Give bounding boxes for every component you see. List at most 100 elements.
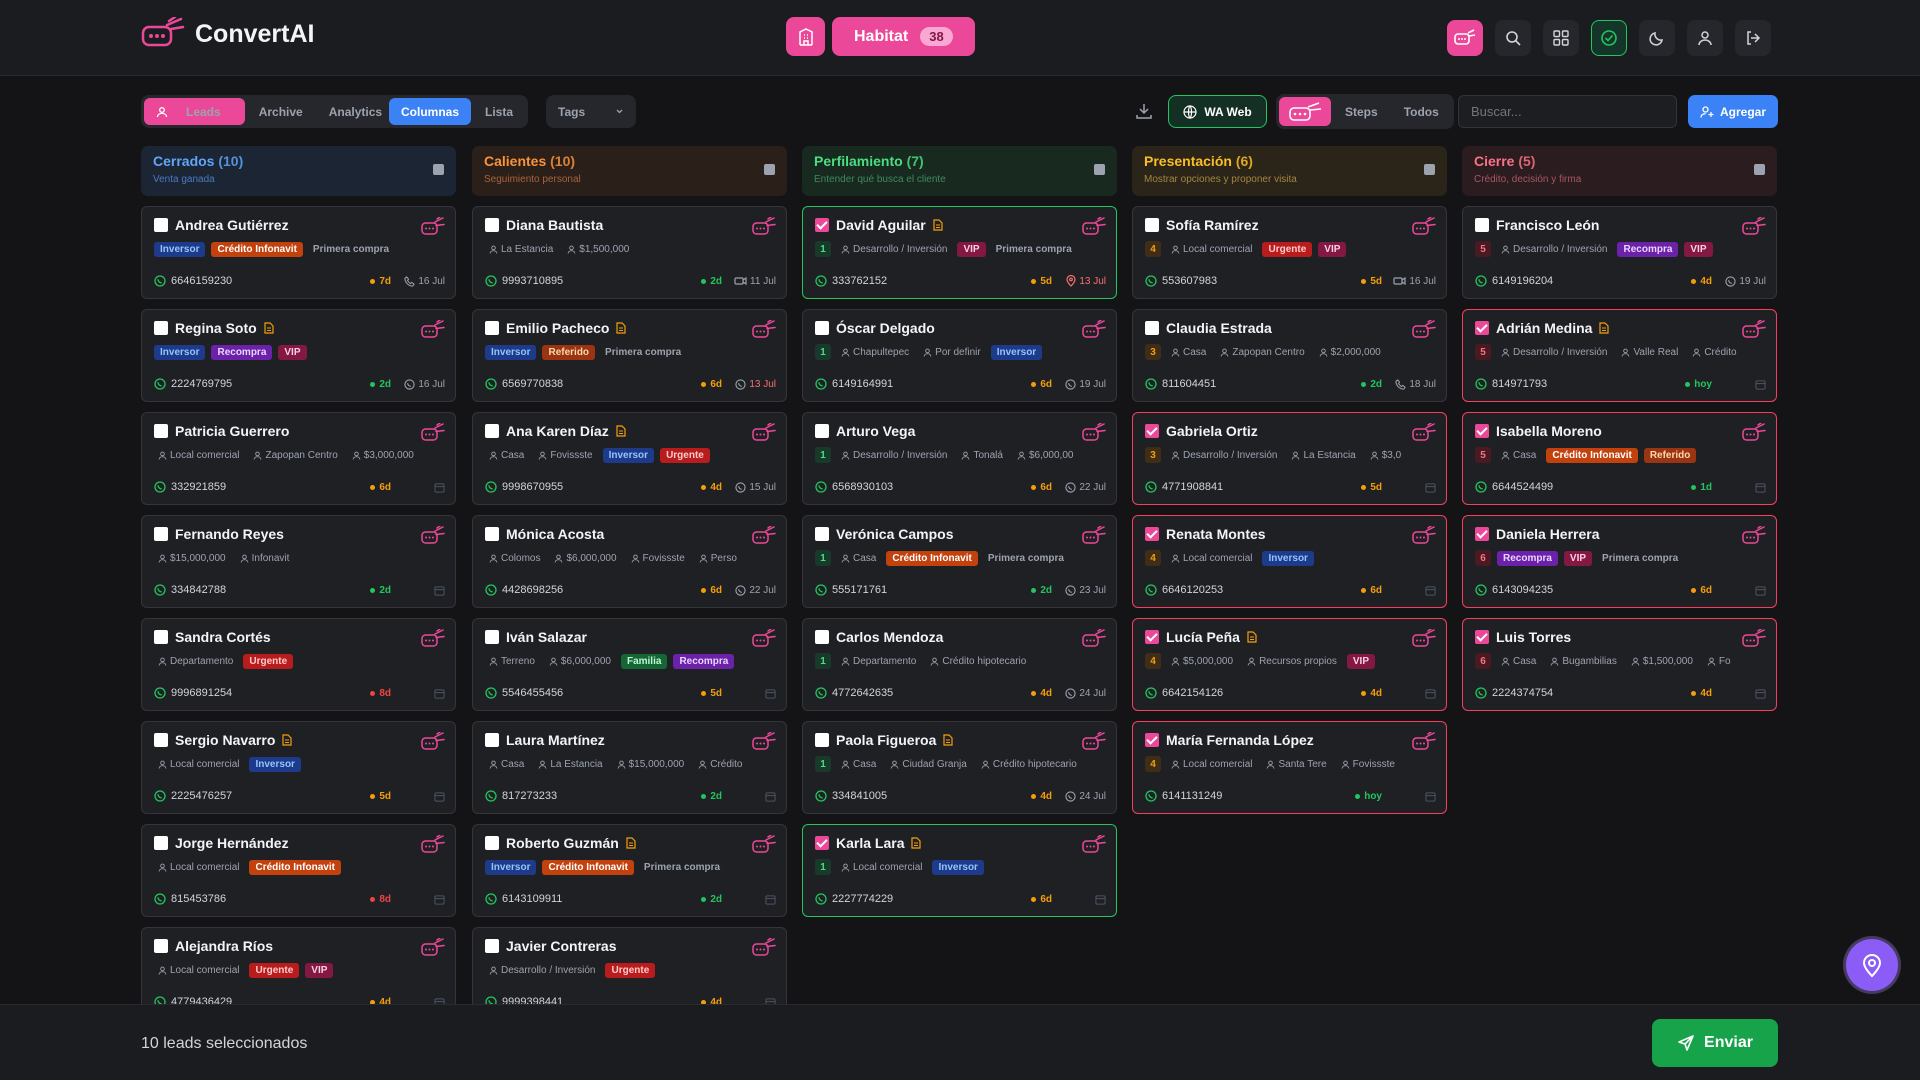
tab-steps[interactable]: Steps <box>1333 97 1390 126</box>
lead-checkbox[interactable] <box>485 218 499 232</box>
lead-card[interactable]: Diana Bautista La Estancia $1,500,000 99937… <box>472 206 787 299</box>
lead-card[interactable]: Gabriela Ortiz 3 Desarrollo / Inversión La … <box>1132 412 1447 505</box>
lead-checkbox[interactable] <box>154 836 168 850</box>
lead-next-contact[interactable]: 22 Jul <box>1062 482 1106 493</box>
lead-next-contact[interactable] <box>1722 379 1766 390</box>
lead-next-contact[interactable] <box>732 791 776 802</box>
lead-next-contact[interactable] <box>732 894 776 905</box>
tab-todos[interactable]: Todos <box>1392 97 1451 126</box>
theme-toggle-button[interactable] <box>1639 20 1675 56</box>
lead-checkbox[interactable] <box>154 424 168 438</box>
tab-list[interactable]: Lista <box>473 98 525 125</box>
lead-next-contact[interactable] <box>732 688 776 699</box>
ai-icon[interactable] <box>421 732 445 752</box>
lead-card[interactable]: Sandra Cortés Departamento Urgente 99968912… <box>141 618 456 711</box>
lead-checkbox[interactable] <box>815 321 829 335</box>
lead-checkbox[interactable] <box>1145 733 1159 747</box>
ai-icon[interactable] <box>1742 217 1766 237</box>
lead-card[interactable]: Carlos Mendoza 1 Departamento Crédito hipot… <box>802 618 1117 711</box>
lead-checkbox[interactable] <box>1475 630 1489 644</box>
building-button[interactable] <box>786 17 825 56</box>
lead-card[interactable]: Arturo Vega 1 Desarrollo / Inversión Tonalá… <box>802 412 1117 505</box>
ai-icon[interactable] <box>752 526 776 546</box>
add-lead-button[interactable]: Agregar <box>1688 95 1778 128</box>
ai-icon[interactable] <box>421 629 445 649</box>
tab-columns[interactable]: Columnas <box>389 98 472 125</box>
lead-card[interactable]: Isabella Moreno 5 Casa Crédito Infonavit Ref… <box>1462 412 1777 505</box>
lead-next-contact[interactable] <box>401 894 445 905</box>
search-input[interactable] <box>1458 95 1677 128</box>
send-button[interactable]: Enviar <box>1652 1019 1778 1067</box>
ai-icon[interactable] <box>1082 526 1106 546</box>
tab-leads[interactable]: Leads <box>144 98 245 125</box>
lead-checkbox[interactable] <box>815 218 829 232</box>
lead-card[interactable]: Sofía Ramírez 4 Local comercial Urgente VIP 5… <box>1132 206 1447 299</box>
ai-icon[interactable] <box>1082 423 1106 443</box>
lead-next-contact[interactable]: 16 Jul <box>401 379 445 390</box>
ai-icon[interactable] <box>421 526 445 546</box>
lead-next-contact[interactable]: 24 Jul <box>1062 791 1106 802</box>
ai-icon[interactable] <box>1082 217 1106 237</box>
lead-card[interactable]: Iván Salazar Terreno $6,000,000 Familia Reco… <box>472 618 787 711</box>
lead-card[interactable]: Sergio Navarro Local comercial Inversor 222… <box>141 721 456 814</box>
lead-card[interactable]: Fernando Reyes $15,000,000 Infonavit 334842… <box>141 515 456 608</box>
ai-icon[interactable] <box>752 423 776 443</box>
lead-card[interactable]: Roberto Guzmán Inversor Crédito Infonavit P… <box>472 824 787 917</box>
lead-checkbox[interactable] <box>485 321 499 335</box>
lead-checkbox[interactable] <box>154 733 168 747</box>
ai-icon[interactable] <box>752 217 776 237</box>
ai-icon[interactable] <box>1742 423 1766 443</box>
ai-icon[interactable] <box>752 629 776 649</box>
lead-next-contact[interactable]: 15 Jul <box>732 482 776 493</box>
lead-checkbox[interactable] <box>154 630 168 644</box>
lead-next-contact[interactable] <box>401 791 445 802</box>
logout-button[interactable] <box>1735 20 1771 56</box>
ai-icon[interactable] <box>1412 629 1436 649</box>
lead-next-contact[interactable]: 23 Jul <box>1062 585 1106 596</box>
lead-next-contact[interactable]: 22 Jul <box>732 585 776 596</box>
lead-next-contact[interactable] <box>1392 791 1436 802</box>
lead-next-contact[interactable] <box>1722 482 1766 493</box>
lead-card[interactable]: Ana Karen Díaz Casa Fovissste Inversor Urgen… <box>472 412 787 505</box>
lead-checkbox[interactable] <box>154 939 168 953</box>
lead-checkbox[interactable] <box>815 527 829 541</box>
lead-checkbox[interactable] <box>1475 424 1489 438</box>
ai-icon[interactable] <box>1412 320 1436 340</box>
lead-next-contact[interactable] <box>1722 585 1766 596</box>
wa-web-button[interactable]: WA Web <box>1168 95 1267 128</box>
column-select-checkbox[interactable] <box>1424 164 1435 175</box>
tab-ai[interactable] <box>1279 97 1331 126</box>
location-fab-button[interactable] <box>1846 939 1898 991</box>
lead-next-contact[interactable] <box>1392 585 1436 596</box>
ai-icon[interactable] <box>752 320 776 340</box>
lead-card[interactable]: David Aguilar 1 Desarrollo / Inversión VIP P… <box>802 206 1117 299</box>
lead-card[interactable]: Patricia Guerrero Local comercial Zapopan … <box>141 412 456 505</box>
lead-card[interactable]: Laura Martínez Casa La Estancia $15,000,000… <box>472 721 787 814</box>
ai-icon[interactable] <box>1082 835 1106 855</box>
lead-checkbox[interactable] <box>1145 218 1159 232</box>
ai-icon[interactable] <box>421 320 445 340</box>
ai-icon[interactable] <box>421 835 445 855</box>
ai-icon[interactable] <box>1742 629 1766 649</box>
lead-next-contact[interactable] <box>401 688 445 699</box>
ai-icon[interactable] <box>1412 526 1436 546</box>
lead-checkbox[interactable] <box>815 630 829 644</box>
lead-next-contact[interactable]: 19 Jul <box>1722 276 1766 287</box>
ai-icon[interactable] <box>1412 423 1436 443</box>
lead-checkbox[interactable] <box>485 630 499 644</box>
lead-checkbox[interactable] <box>815 836 829 850</box>
tab-analytics[interactable]: Analytics <box>317 98 394 125</box>
ai-icon[interactable] <box>1082 320 1106 340</box>
lead-card[interactable]: Lucía Peña 4 $5,000,000 Recursos propios VIP… <box>1132 618 1447 711</box>
lead-next-contact[interactable] <box>1722 688 1766 699</box>
lead-next-contact[interactable]: 13 Jul <box>1062 275 1106 287</box>
column-select-checkbox[interactable] <box>1094 164 1105 175</box>
profile-button[interactable] <box>1687 20 1723 56</box>
lead-checkbox[interactable] <box>1145 321 1159 335</box>
lead-checkbox[interactable] <box>1475 218 1489 232</box>
download-button[interactable] <box>1134 101 1154 121</box>
lead-next-contact[interactable]: 16 Jul <box>1392 276 1436 287</box>
lead-checkbox[interactable] <box>1145 527 1159 541</box>
lead-card[interactable]: Emilio Pacheco Inversor Referido Primera co… <box>472 309 787 402</box>
ai-icon[interactable] <box>1742 320 1766 340</box>
